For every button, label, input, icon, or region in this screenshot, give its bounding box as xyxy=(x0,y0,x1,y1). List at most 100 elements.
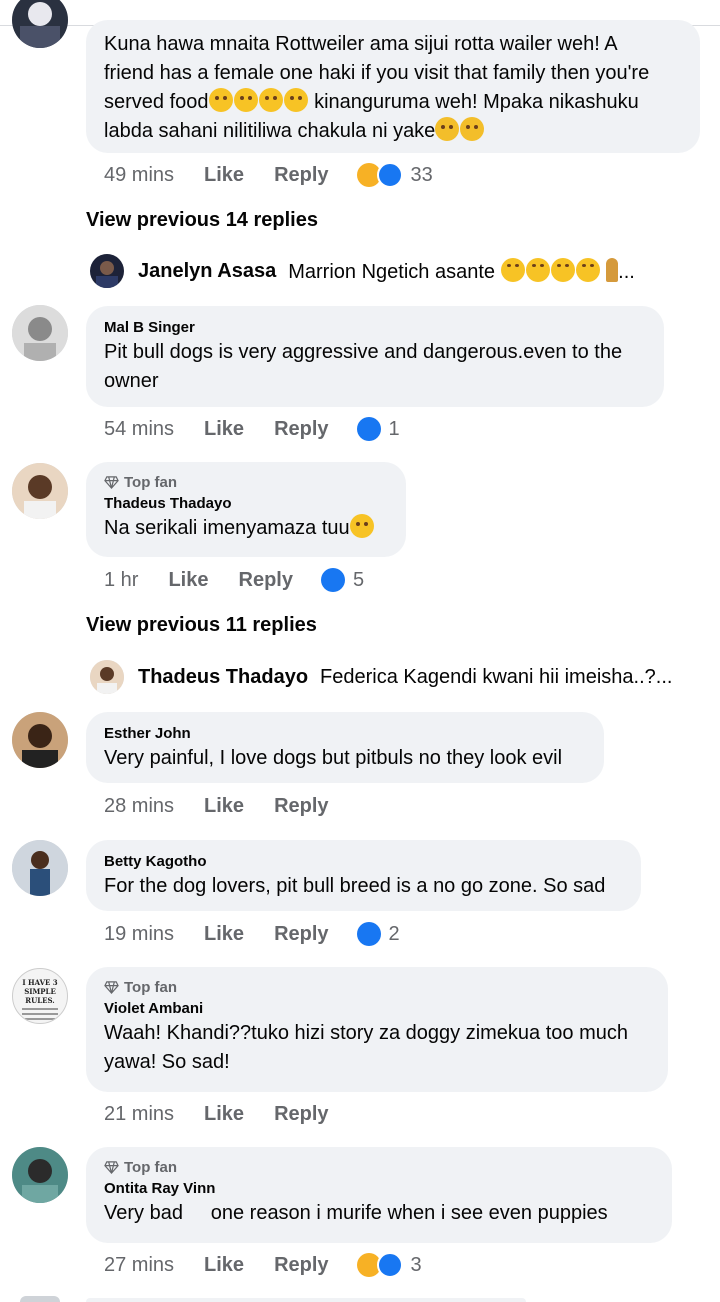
reaction-count: 5 xyxy=(352,568,365,591)
reaction-count: 2 xyxy=(388,922,400,945)
rolling-eyes-emoji xyxy=(208,88,233,112)
timestamp[interactable]: 1 hr xyxy=(104,569,138,592)
avatar[interactable]: I HAVE 3 SIMPLE RULES. xyxy=(12,968,68,1024)
comment-actions: 49 mins Like Reply 33 xyxy=(104,161,433,189)
reply-button[interactable]: Reply xyxy=(274,164,328,187)
laugh-emoji xyxy=(525,258,550,282)
comment-actions: 27 mins Like Reply 3 xyxy=(104,1251,422,1279)
rolling-eyes-emoji xyxy=(283,88,308,112)
like-button[interactable]: Like xyxy=(204,923,244,946)
reaction-summary[interactable]: 5 xyxy=(320,568,365,592)
comment-text: Pit bull dogs is very aggressive and dan… xyxy=(104,341,623,392)
like-button[interactable]: Like xyxy=(204,1103,244,1126)
avatar[interactable] xyxy=(12,712,68,768)
comment-actions: 19 mins Like Reply 2 xyxy=(104,920,400,948)
timestamp[interactable]: 19 mins xyxy=(104,923,174,946)
comment-author[interactable]: Thadeus Thadayo xyxy=(104,494,388,514)
reply-text: Marrion Ngetich asante ... xyxy=(288,258,635,284)
comment-author[interactable]: Betty Kagotho xyxy=(104,852,623,872)
comment-bubble: Kuna hawa mnaita Rottweiler ama sijui ro… xyxy=(86,20,700,153)
avatar xyxy=(90,660,124,694)
avatar[interactable] xyxy=(12,1147,68,1203)
top-fan-badge: Top fan xyxy=(104,977,650,997)
like-reaction-icon xyxy=(376,162,403,188)
like-button[interactable]: Like xyxy=(204,418,244,441)
reaction-count: 1 xyxy=(388,417,400,440)
reply-button[interactable]: Reply xyxy=(274,1103,328,1126)
reply-author: Janelyn Asasa xyxy=(138,259,277,282)
like-reaction-icon xyxy=(356,922,381,946)
avatar xyxy=(90,254,124,288)
laugh-emoji xyxy=(500,258,525,282)
reply-button[interactable]: Reply xyxy=(274,418,328,441)
comment-text: For the dog lovers, pit bull breed is a … xyxy=(104,875,606,897)
reply-button[interactable]: Reply xyxy=(274,795,328,818)
reply-button[interactable]: Reply xyxy=(274,923,328,946)
comment-actions: 28 mins Like Reply xyxy=(104,792,329,820)
comment-text: Waah! Khandi??tuko hizi story za doggy z… xyxy=(104,1022,628,1073)
reply-button[interactable]: Reply xyxy=(274,1254,328,1277)
rolling-eyes-emoji xyxy=(233,88,258,112)
comment-text: Na serikali imenyamaza tuu xyxy=(104,514,388,543)
like-button[interactable]: Like xyxy=(204,795,244,818)
comment-text: Kuna hawa mnaita Rottweiler ama sijui ro… xyxy=(104,33,650,142)
diamond-icon xyxy=(104,475,119,489)
diamond-icon xyxy=(104,1160,119,1174)
next-comment-peek xyxy=(0,1296,720,1302)
avatar[interactable] xyxy=(12,0,68,48)
comment-bubble: Betty Kagotho For the dog lovers, pit bu… xyxy=(86,840,641,911)
like-button[interactable]: Like xyxy=(168,569,208,592)
reply-preview[interactable]: Janelyn Asasa Marrion Ngetich asante ... xyxy=(90,253,635,289)
reaction-summary[interactable]: 1 xyxy=(356,417,400,441)
avatar[interactable] xyxy=(12,463,68,519)
timestamp[interactable]: 49 mins xyxy=(104,164,174,187)
like-reaction-icon xyxy=(376,1252,403,1278)
comment-bubble: Top fan Ontita Ray Vinn Very bad one rea… xyxy=(86,1147,672,1243)
comment-bubble: Top fan Thadeus Thadayo Na serikali imen… xyxy=(86,462,406,557)
top-fan-badge: Top fan xyxy=(104,1157,654,1177)
diamond-icon xyxy=(104,980,119,994)
comment-author[interactable]: Mal B Singer xyxy=(104,318,646,338)
comment-actions: 54 mins Like Reply 1 xyxy=(104,415,400,443)
avatar-image-text: I HAVE 3 SIMPLE RULES. xyxy=(13,969,67,1020)
comment-actions: 1 hr Like Reply 5 xyxy=(104,566,364,594)
laugh-emoji xyxy=(575,258,600,282)
comment-author[interactable]: Ontita Ray Vinn xyxy=(104,1179,654,1199)
crying-emoji xyxy=(349,514,374,538)
comment-actions: 21 mins Like Reply xyxy=(104,1100,329,1128)
smirk-emoji xyxy=(460,117,485,141)
reaction-count: 3 xyxy=(410,1253,422,1276)
reaction-summary[interactable]: 3 xyxy=(356,1252,422,1278)
comment-author[interactable]: Esther John xyxy=(104,724,586,744)
reply-button[interactable]: Reply xyxy=(239,569,293,592)
comment-text: Very bad one reason i murife when i see … xyxy=(104,1202,608,1224)
top-fan-badge: Top fan xyxy=(104,472,388,492)
comment-bubble: Esther John Very painful, I love dogs bu… xyxy=(86,712,604,783)
laugh-emoji xyxy=(550,258,575,282)
view-previous-replies-link[interactable]: View previous 11 replies xyxy=(86,614,317,637)
walking-emoji xyxy=(606,258,619,282)
comment-bubble: Mal B Singer Pit bull dogs is very aggre… xyxy=(86,306,664,407)
reply-preview[interactable]: Thadeus Thadayo Federica Kagendi kwani h… xyxy=(90,659,672,695)
timestamp[interactable]: 28 mins xyxy=(104,795,174,818)
reaction-summary[interactable]: 2 xyxy=(356,922,400,946)
like-reaction-icon xyxy=(356,417,381,441)
like-button[interactable]: Like xyxy=(204,164,244,187)
view-previous-replies-link[interactable]: View previous 14 replies xyxy=(86,209,318,232)
avatar[interactable] xyxy=(12,840,68,896)
reaction-count: 33 xyxy=(410,163,433,186)
comment-author[interactable]: Violet Ambani xyxy=(104,999,650,1019)
timestamp[interactable]: 21 mins xyxy=(104,1103,174,1126)
like-button[interactable]: Like xyxy=(204,1254,244,1277)
comment-text: Very painful, I love dogs but pitbuls no… xyxy=(104,747,563,769)
rolling-eyes-emoji xyxy=(258,88,283,112)
timestamp[interactable]: 27 mins xyxy=(104,1254,174,1277)
reply-author: Thadeus Thadayo xyxy=(138,665,309,688)
reply-text: Federica Kagendi kwani hii imeisha..?... xyxy=(320,665,673,688)
reaction-summary[interactable]: 33 xyxy=(356,162,433,188)
timestamp[interactable]: 54 mins xyxy=(104,418,174,441)
comment-bubble: Top fan Violet Ambani Waah! Khandi??tuko… xyxy=(86,967,668,1092)
avatar[interactable] xyxy=(12,305,68,361)
like-reaction-icon xyxy=(320,568,345,592)
smirk-emoji xyxy=(435,117,460,141)
